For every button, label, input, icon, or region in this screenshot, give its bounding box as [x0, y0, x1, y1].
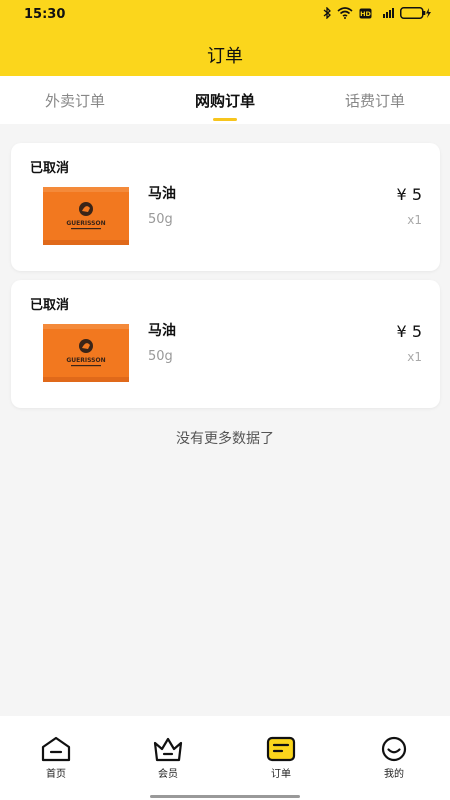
product-price: ¥ 5 [396, 322, 422, 341]
order-tabs: 外卖订单 网购订单 话费订单 [0, 76, 450, 124]
product-image: GUERISSON [43, 324, 129, 382]
tab-phone-bill-orders[interactable]: 话费订单 [300, 90, 450, 111]
status-icons: HD [323, 7, 432, 19]
nav-membership-label: 会员 [158, 769, 178, 780]
page-title: 订单 [207, 46, 243, 67]
battery-icon [400, 7, 431, 19]
home-indicator[interactable] [150, 795, 300, 798]
order-icon [266, 736, 296, 762]
product-brand: GUERISSON [66, 220, 105, 227]
home-icon [41, 736, 71, 762]
status-bar: 15:30 HD [0, 0, 450, 30]
bluetooth-icon [323, 7, 331, 19]
smile-icon [381, 736, 407, 762]
nav-orders[interactable]: 订单 [225, 736, 337, 780]
nav-orders-label: 订单 [271, 769, 291, 780]
list-end-text: 没有更多数据了 [176, 431, 274, 447]
signal-icon [383, 8, 394, 18]
crown-icon [153, 737, 183, 762]
order-status: 已取消 [30, 298, 70, 313]
order-card[interactable]: 已取消 GUERISSON 马油 50g ¥ 5 x1 [11, 280, 440, 408]
tab-online-orders[interactable]: 网购订单 [150, 90, 300, 111]
svg-text:HD: HD [360, 10, 371, 18]
product-quantity: x1 [407, 213, 422, 227]
product-name: 马油 [148, 323, 176, 339]
header: 15:30 HD 订单 [0, 0, 450, 76]
nav-home-label: 首页 [46, 769, 66, 780]
product-quantity: x1 [407, 350, 422, 364]
nav-profile[interactable]: 我的 [338, 736, 450, 780]
wifi-icon [337, 7, 353, 19]
product-brand: GUERISSON [66, 357, 105, 364]
product-name: 马油 [148, 186, 176, 202]
active-tab-indicator [213, 118, 237, 121]
nav-membership[interactable]: 会员 [112, 736, 224, 780]
product-spec: 50g [148, 349, 173, 364]
product-price: ¥ 5 [396, 185, 422, 204]
hd-icon: HD [359, 8, 372, 18]
nav-home[interactable]: 首页 [0, 736, 112, 780]
order-card[interactable]: 已取消 GUERISSON 马油 50g ¥ 5 x1 [11, 143, 440, 271]
bottom-nav: 首页 会员 订单 我的 [0, 716, 450, 800]
order-status: 已取消 [30, 161, 70, 176]
nav-profile-label: 我的 [384, 769, 404, 780]
tab-takeout-orders[interactable]: 外卖订单 [0, 90, 150, 111]
status-time: 15:30 [24, 7, 66, 22]
product-spec: 50g [148, 212, 173, 227]
product-image: GUERISSON [43, 187, 129, 245]
